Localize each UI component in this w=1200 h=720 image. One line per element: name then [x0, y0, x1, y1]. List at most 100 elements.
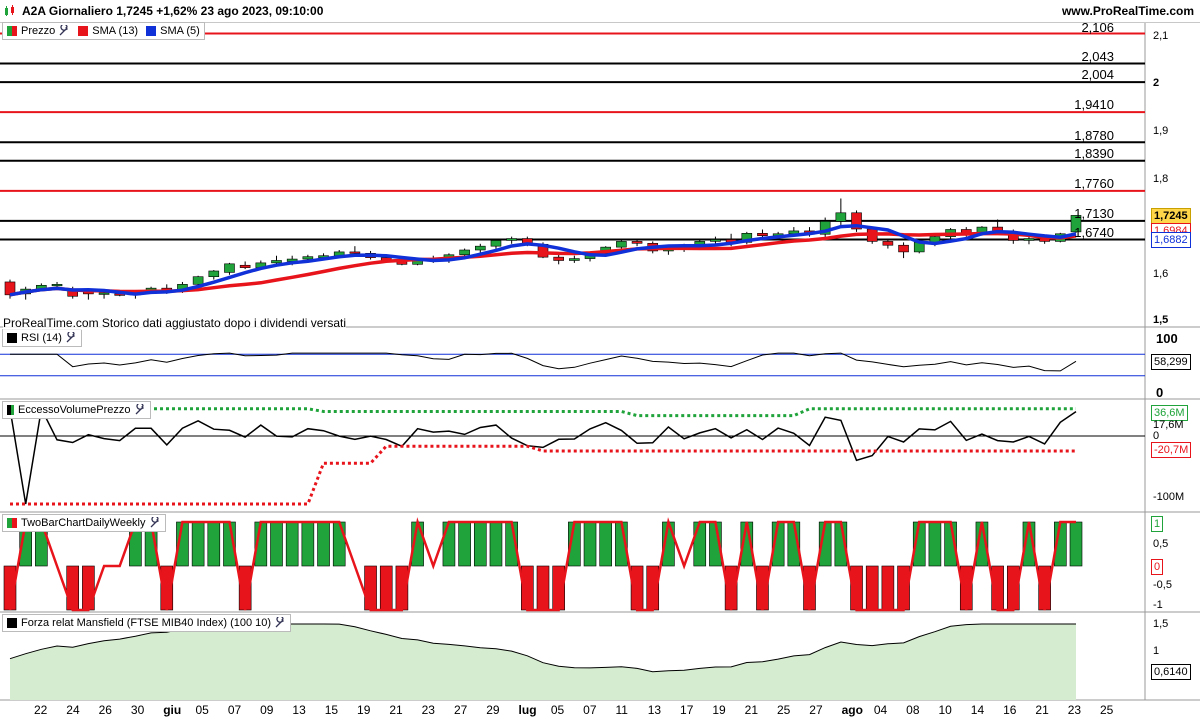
top-bar: A2A Giornaliero 1,7245 +1,62% 23 ago 202… — [0, 0, 1200, 23]
price-legend[interactable]: Prezzo SMA (13) SMA (5) — [2, 22, 205, 40]
twobar-swatch — [7, 518, 17, 528]
x-tick-label: 25 — [1100, 703, 1114, 717]
wrench-icon[interactable] — [149, 517, 161, 529]
evp-legend[interactable]: EccessoVolumePrezzo — [2, 401, 151, 419]
x-tick-label: 07 — [227, 703, 242, 717]
twobar-bar — [489, 521, 503, 567]
twobar-bar — [301, 521, 315, 567]
x-tick-label: 22 — [34, 703, 48, 717]
x-tick-label: 16 — [1003, 703, 1017, 717]
evp-lower-band — [10, 444, 1076, 506]
rsi-tick: 0 — [1156, 385, 1164, 400]
twobar-tick: 0,5 — [1153, 538, 1169, 550]
twobar-bar — [693, 521, 707, 567]
candle-body — [208, 270, 220, 278]
x-tick-label: 23 — [1067, 703, 1082, 717]
price-tick: 1,8 — [1153, 173, 1169, 185]
candle-body — [51, 284, 63, 287]
level-label: 1,7130 — [1074, 206, 1114, 221]
x-tick-label: 15 — [324, 703, 339, 717]
evp-line — [9, 406, 1077, 505]
x-tick-label: 11 — [615, 703, 628, 717]
level-label: 2,004 — [1081, 67, 1114, 82]
sma13-swatch — [78, 26, 89, 36]
x-tick-label: 23 — [421, 703, 435, 717]
evp-tick: -100M — [1153, 491, 1185, 503]
mansfield-value-badge: 0,6140 — [1151, 664, 1191, 680]
mansfield-tick: 1,5 — [1153, 618, 1169, 630]
mansfield-tick: 1 — [1153, 645, 1160, 657]
level-label: 1,9410 — [1074, 97, 1114, 112]
evp-tick: 0 — [1153, 430, 1160, 442]
x-tick-label: 21 — [389, 703, 403, 717]
mansfield-area — [10, 624, 1076, 700]
wrench-icon[interactable] — [134, 404, 146, 416]
twobar-bar — [66, 565, 80, 611]
twobar-bar — [191, 521, 205, 567]
rsi-swatch — [7, 333, 17, 343]
twobar-bar — [473, 521, 487, 567]
twobar-bar — [379, 565, 393, 611]
last-price-badge: 1,7245 — [1151, 208, 1191, 224]
candle-body — [506, 238, 517, 241]
twobar-label: TwoBarChartDailyWeekly — [21, 517, 146, 529]
site-link[interactable]: www.ProRealTime.com — [1062, 4, 1194, 18]
candle-body — [616, 241, 627, 248]
x-tick-label: 05 — [550, 703, 565, 717]
x-tick-label: 19 — [357, 703, 371, 717]
wrench-icon[interactable] — [65, 332, 77, 344]
mansfield-swatch — [7, 618, 17, 628]
x-tick-label: 05 — [195, 703, 209, 717]
x-tick-label: 07 — [583, 703, 597, 717]
rsi-line — [10, 352, 1077, 372]
rsi-legend[interactable]: RSI (14) — [2, 329, 82, 347]
twobar-bar — [865, 565, 879, 611]
wrench-icon[interactable] — [274, 617, 286, 629]
twobar-bar — [364, 565, 377, 611]
candle-body — [271, 260, 282, 264]
price-tick: 2,1 — [1153, 30, 1169, 42]
twobar-bar — [442, 521, 456, 567]
x-tick-label: 27 — [453, 703, 468, 717]
x-tick-label: ago — [841, 703, 863, 717]
x-tick-label: 27 — [809, 703, 823, 717]
rsi-tick: 100 — [1156, 331, 1178, 346]
rsi-value-badge: 58,299 — [1151, 354, 1191, 370]
data-note: ProRealTime.com Storico dati aggiustato … — [3, 316, 347, 330]
candle-body — [349, 251, 361, 254]
sma5-swatch — [146, 26, 157, 36]
level-label: 2,106 — [1081, 20, 1114, 35]
candle-body — [459, 249, 470, 256]
candle-body — [192, 276, 204, 285]
candle-body — [553, 256, 564, 261]
x-tick-label: 21 — [1035, 703, 1049, 717]
mansfield-legend[interactable]: Forza relat Mansfield (FTSE MIB40 Index)… — [2, 614, 292, 632]
price-swatch — [7, 26, 17, 36]
x-tick-label: lug — [518, 703, 537, 717]
x-tick-label: 09 — [260, 703, 274, 717]
candle-body — [98, 292, 110, 295]
candle-body — [224, 263, 235, 273]
price-tick: 1,9 — [1153, 125, 1169, 137]
x-tick-label: 13 — [647, 703, 662, 717]
twobar-bar — [82, 565, 95, 611]
twobar-bar — [583, 521, 597, 567]
twobar-bar — [1069, 521, 1083, 567]
candle-body — [302, 256, 314, 260]
twobar-value-badge: 1 — [1151, 516, 1164, 532]
twobar-legend[interactable]: TwoBarChartDailyWeekly — [2, 514, 166, 532]
candle-body — [882, 241, 894, 246]
wrench-icon[interactable] — [58, 25, 70, 37]
x-tick-label: 21 — [744, 703, 759, 717]
twobar-bar — [270, 521, 283, 567]
level-label: 1,6740 — [1074, 225, 1114, 240]
x-tick-label: 10 — [938, 703, 952, 717]
mansfield-label: Forza relat Mansfield (FTSE MIB40 Index)… — [21, 617, 272, 629]
rsi-label: RSI (14) — [21, 332, 62, 344]
price-tick: 1,5 — [1153, 314, 1169, 326]
x-tick-label: 30 — [130, 703, 145, 717]
twobar-value-badge: 0 — [1151, 559, 1164, 575]
x-tick-label: 24 — [66, 703, 80, 717]
price-tick: 2 — [1153, 77, 1160, 89]
x-tick-label: 26 — [98, 703, 112, 717]
